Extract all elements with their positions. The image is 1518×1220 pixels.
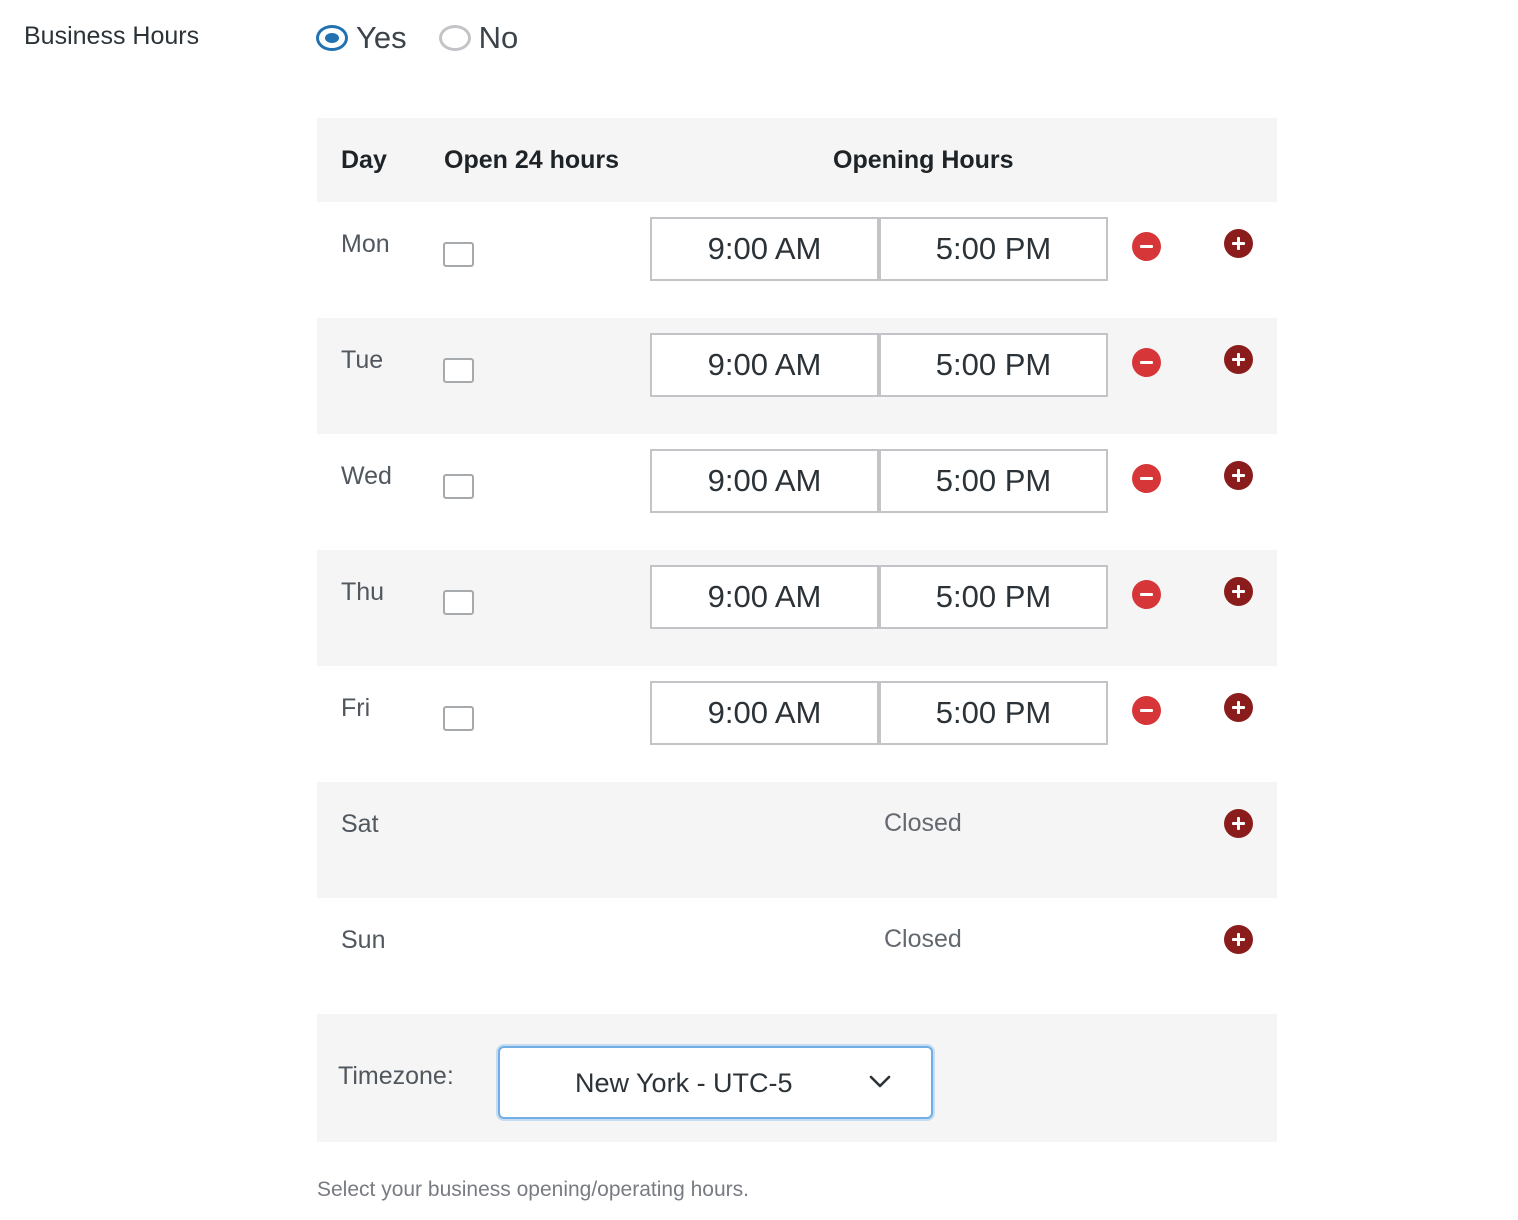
closed-label: Closed [884, 809, 962, 837]
open-time-input[interactable]: 9:00 AM [650, 333, 879, 397]
minus-circle-icon[interactable] [1132, 348, 1161, 377]
open-24-checkbox[interactable] [443, 706, 474, 731]
open-24-checkbox[interactable] [443, 358, 474, 383]
table-row: Sat Closed [317, 782, 1277, 898]
business-hours-label: Business Hours [24, 22, 200, 50]
yes-radio[interactable] [316, 25, 348, 51]
day-label: Sun [341, 926, 386, 954]
help-text: Select your business opening/operating h… [317, 1178, 749, 1201]
no-label: No [478, 20, 519, 55]
table-row: Thu 9:00 AM 5:00 PM [317, 550, 1277, 666]
header-open-24: Open 24 hours [444, 146, 620, 174]
plus-circle-icon[interactable] [1224, 925, 1253, 954]
timezone-value: New York - UTC-5 [575, 1068, 793, 1098]
table-body: Mon 9:00 AM 5:00 PM Tue 9:00 AM 5:00 PM Wed 9:0… [317, 202, 1277, 1014]
no-option[interactable]: No [438, 20, 519, 56]
plus-circle-icon[interactable] [1224, 461, 1253, 490]
header-day: Day [341, 146, 387, 174]
plus-circle-icon[interactable] [1224, 693, 1253, 722]
open-24-checkbox[interactable] [443, 590, 474, 615]
day-label: Mon [341, 230, 390, 258]
minus-circle-icon[interactable] [1132, 580, 1161, 609]
close-time-input[interactable]: 5:00 PM [879, 565, 1108, 629]
table-row: Wed 9:00 AM 5:00 PM [317, 434, 1277, 550]
plus-circle-icon[interactable] [1224, 345, 1253, 374]
open-time-input[interactable]: 9:00 AM [650, 681, 879, 745]
plus-circle-icon[interactable] [1224, 229, 1253, 258]
close-time-input[interactable]: 5:00 PM [879, 449, 1108, 513]
day-label: Sat [341, 810, 379, 838]
day-label: Fri [341, 694, 371, 722]
timezone-select[interactable]: New York - UTC-5 [498, 1046, 933, 1119]
table-row: Fri 9:00 AM 5:00 PM [317, 666, 1277, 782]
closed-label: Closed [884, 925, 962, 953]
timezone-section: Timezone: New York - UTC-5 [317, 1014, 1277, 1142]
day-label: Thu [341, 578, 385, 606]
minus-circle-icon[interactable] [1132, 696, 1161, 725]
no-radio[interactable] [438, 25, 471, 51]
table-row: Sun Closed [317, 898, 1277, 1014]
close-time-input[interactable]: 5:00 PM [879, 217, 1108, 281]
plus-circle-icon[interactable] [1224, 577, 1253, 606]
minus-circle-icon[interactable] [1132, 464, 1161, 493]
yes-label: Yes [356, 20, 407, 55]
open-24-checkbox[interactable] [443, 474, 474, 499]
table-header: Day Open 24 hours Opening Hours [317, 118, 1277, 202]
table-row: Mon 9:00 AM 5:00 PM [317, 202, 1277, 318]
business-hours-table: Day Open 24 hours Opening Hours Mon 9:00 … [317, 118, 1277, 1014]
open-24-checkbox[interactable] [443, 242, 474, 267]
timezone-label: Timezone: [338, 1062, 454, 1090]
chevron-down-icon [869, 1075, 891, 1088]
close-time-input[interactable]: 5:00 PM [879, 681, 1108, 745]
day-label: Tue [341, 346, 384, 374]
day-label: Wed [341, 462, 392, 490]
yes-option[interactable]: Yes [316, 20, 407, 56]
open-time-input[interactable]: 9:00 AM [650, 565, 879, 629]
close-time-input[interactable]: 5:00 PM [879, 333, 1108, 397]
minus-circle-icon[interactable] [1132, 232, 1161, 261]
header-opening-hours: Opening Hours [833, 146, 1014, 174]
business-hours-toggle: Yes No [316, 20, 550, 56]
table-row: Tue 9:00 AM 5:00 PM [317, 318, 1277, 434]
plus-circle-icon[interactable] [1224, 809, 1253, 838]
open-time-input[interactable]: 9:00 AM [650, 449, 879, 513]
open-time-input[interactable]: 9:00 AM [650, 217, 879, 281]
